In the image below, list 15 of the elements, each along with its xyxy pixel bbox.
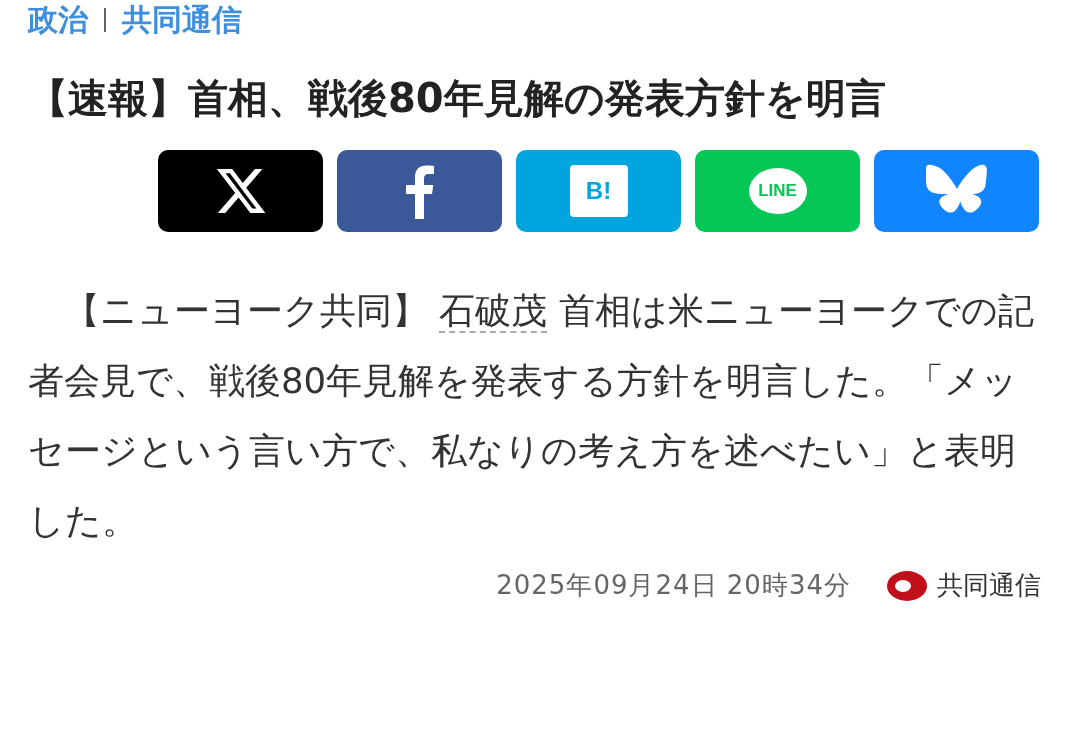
article-paragraph: 【ニューヨーク共同】 石破茂 首相は米ニューヨークでの記者会見で、戦後80年見解を発表する方針を明言した。「メッセージという言い方で、私なりの考え方を述べたい」と表明した。 [28,289,1035,543]
source-logo-icon [887,570,927,601]
facebook-f-icon [404,163,435,219]
source-name: 共同通信 [937,569,1041,602]
share-button[interactable] [337,150,502,232]
hatena-logo-icon: B! [569,165,628,217]
breadcrumb-link[interactable]: 政治 [28,0,88,41]
article-headline: 【速報】首相、戦後80年見解の発表方針を明言 [28,74,887,123]
line-logo-icon: LINE [748,168,807,214]
share-button[interactable] [158,150,323,232]
share-button[interactable]: LINE [695,150,860,232]
person-link[interactable]: 石破茂 [439,290,548,333]
breadcrumb-link[interactable]: 共同通信 [122,0,242,41]
share-button[interactable]: B! [516,150,681,232]
publish-timestamp: 2025年09月24日 20時34分 [496,569,851,602]
